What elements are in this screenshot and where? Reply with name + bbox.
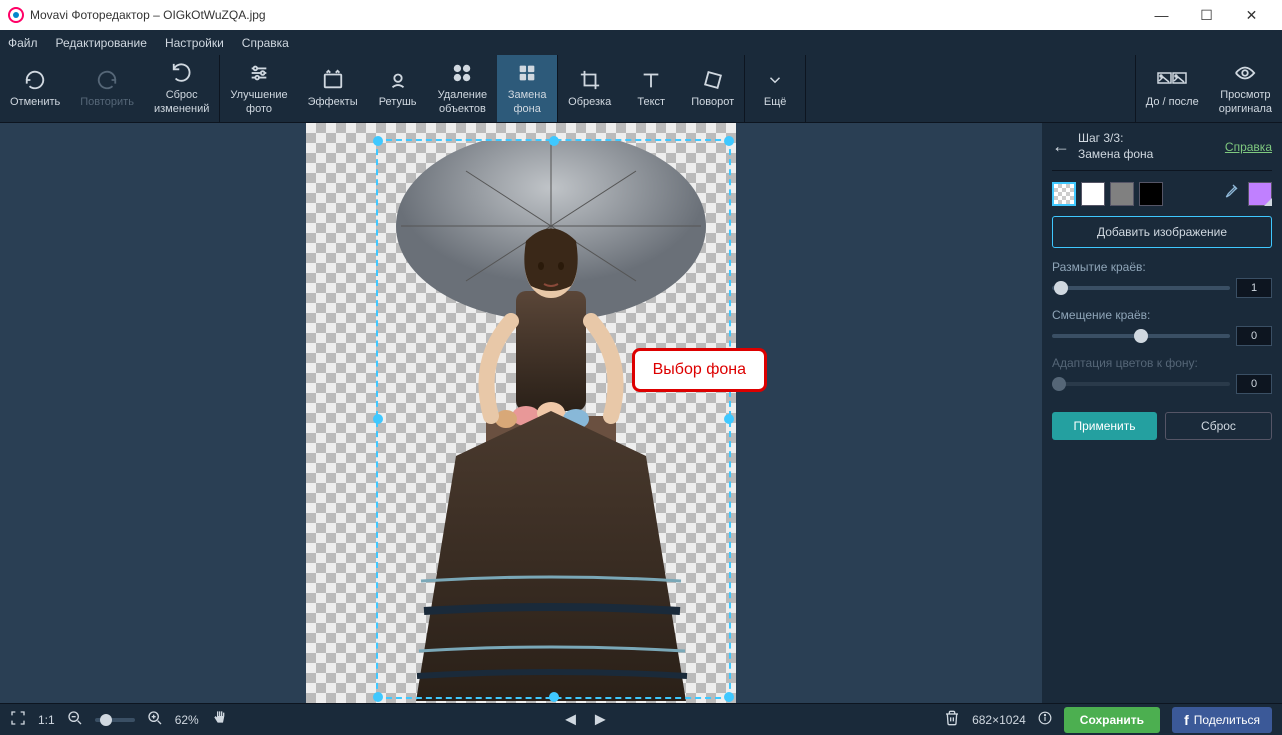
- more-button[interactable]: Ещё: [745, 55, 805, 122]
- chevron-down-icon: [766, 68, 784, 92]
- enhance-button[interactable]: Улучшение фото: [220, 55, 297, 122]
- help-link[interactable]: Справка: [1225, 140, 1272, 154]
- close-button[interactable]: ✕: [1229, 0, 1274, 30]
- swatch-custom-color[interactable]: [1248, 182, 1272, 206]
- shift-slider[interactable]: [1052, 334, 1230, 338]
- reset-changes-button[interactable]: Сброс изменений: [144, 55, 219, 122]
- before-after-button[interactable]: До / после: [1136, 55, 1209, 122]
- panel-title: Замена фона: [1078, 147, 1217, 163]
- zoom-slider[interactable]: [95, 718, 135, 722]
- back-arrow-icon[interactable]: ←: [1052, 136, 1070, 157]
- text-icon: [640, 68, 662, 92]
- zoom-in-icon[interactable]: [147, 710, 163, 729]
- swatch-white[interactable]: [1081, 182, 1105, 206]
- toolbar: Отменить Повторить Сброс изменений Улучш…: [0, 55, 1282, 123]
- object-removal-button[interactable]: Удаление объектов: [428, 55, 498, 122]
- adapt-label: Адаптация цветов к фону:: [1052, 356, 1272, 370]
- menu-edit[interactable]: Редактирование: [56, 36, 147, 50]
- view-original-button[interactable]: Просмотр оригинала: [1209, 55, 1282, 122]
- redo-icon: [96, 68, 118, 92]
- retouch-button[interactable]: Ретушь: [368, 55, 428, 122]
- reset-button[interactable]: Сброс: [1165, 412, 1272, 440]
- crop-button[interactable]: Обрезка: [558, 55, 621, 122]
- retouch-icon: [387, 68, 409, 92]
- swatch-black[interactable]: [1139, 182, 1163, 206]
- crop-icon: [579, 68, 601, 92]
- zoom-out-icon[interactable]: [67, 710, 83, 729]
- removal-icon: [451, 61, 473, 85]
- apply-button[interactable]: Применить: [1052, 412, 1157, 440]
- hand-tool-icon[interactable]: [211, 710, 227, 729]
- titlebar: Movavi Фоторедактор – OIGkOtWuZQA.jpg — …: [0, 0, 1282, 30]
- undo-button[interactable]: Отменить: [0, 55, 70, 122]
- side-panel: ← Шаг 3/3: Замена фона Справка Добавить …: [1042, 123, 1282, 703]
- app-logo-icon: [8, 7, 24, 23]
- menu-file[interactable]: Файл: [8, 36, 38, 50]
- callout-bubble: Выбор фона: [632, 348, 767, 392]
- eye-icon: [1234, 61, 1256, 85]
- save-button[interactable]: Сохранить: [1064, 707, 1160, 733]
- eyedropper-icon[interactable]: [1219, 181, 1243, 206]
- fit-actual-button[interactable]: 1:1: [38, 713, 55, 727]
- undo-icon: [24, 68, 46, 92]
- prev-image-icon[interactable]: ◄: [562, 709, 580, 730]
- before-after-icon: [1157, 68, 1187, 92]
- effects-icon: [322, 68, 344, 92]
- facebook-icon: f: [1184, 712, 1189, 728]
- enhance-icon: [248, 61, 270, 85]
- reset-icon: [171, 61, 193, 85]
- share-button[interactable]: fПоделиться: [1172, 707, 1272, 733]
- menubar: Файл Редактирование Настройки Справка: [0, 30, 1282, 55]
- adapt-value: [1236, 374, 1272, 394]
- menu-settings[interactable]: Настройки: [165, 36, 224, 50]
- effects-button[interactable]: Эффекты: [298, 55, 368, 122]
- blur-slider[interactable]: [1052, 286, 1230, 290]
- delete-icon[interactable]: [944, 710, 960, 729]
- info-icon[interactable]: [1038, 711, 1052, 728]
- editing-image: [386, 141, 726, 701]
- minimize-button[interactable]: —: [1139, 0, 1184, 30]
- menu-help[interactable]: Справка: [242, 36, 289, 50]
- background-replace-button[interactable]: Замена фона: [497, 55, 557, 122]
- fullscreen-icon[interactable]: [10, 710, 26, 729]
- rotate-button[interactable]: Поворот: [681, 55, 744, 122]
- step-number: Шаг 3/3:: [1078, 131, 1217, 147]
- canvas-area[interactable]: Выбор фона: [0, 123, 1042, 703]
- image-dimensions: 682×1024: [972, 713, 1026, 727]
- maximize-button[interactable]: ☐: [1184, 0, 1229, 30]
- callout-text: Выбор фона: [653, 361, 746, 378]
- shift-label: Смещение краёв:: [1052, 308, 1272, 322]
- next-image-icon[interactable]: ►: [591, 709, 609, 730]
- blur-label: Размытие краёв:: [1052, 260, 1272, 274]
- swatch-transparent[interactable]: [1052, 182, 1076, 206]
- redo-button[interactable]: Повторить: [70, 55, 144, 122]
- rotate-icon: [702, 68, 724, 92]
- add-image-button[interactable]: Добавить изображение: [1052, 216, 1272, 248]
- window-title: Movavi Фоторедактор – OIGkOtWuZQA.jpg: [30, 8, 266, 22]
- zoom-percentage: 62%: [175, 713, 199, 727]
- adapt-slider: [1052, 382, 1230, 386]
- shift-value[interactable]: [1236, 326, 1272, 346]
- swatch-gray[interactable]: [1110, 182, 1134, 206]
- bottombar: 1:1 62% ◄ ► 682×1024 Сохранить fПоделить…: [0, 703, 1282, 735]
- bg-replace-icon: [516, 61, 538, 85]
- text-button[interactable]: Текст: [621, 55, 681, 122]
- blur-value[interactable]: [1236, 278, 1272, 298]
